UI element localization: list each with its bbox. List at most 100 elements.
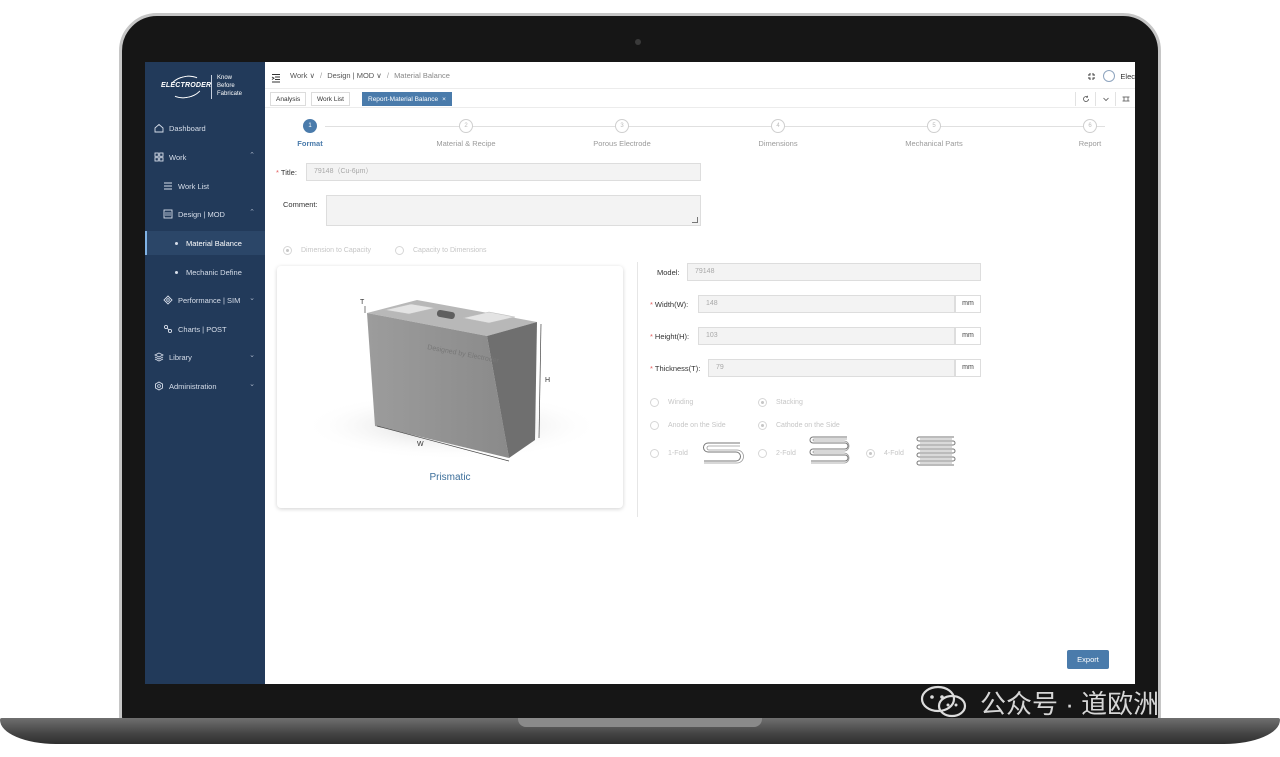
sidebar-item-work[interactable]: Work ⌃ xyxy=(145,145,265,169)
step-number: 4 xyxy=(771,119,785,133)
tab-report-material-balance[interactable]: Report-Material Balance × xyxy=(362,92,452,106)
radio-anode-on-side[interactable]: Anode on the Side xyxy=(650,421,726,430)
radio-cathode-on-side[interactable]: Cathode on the Side xyxy=(758,421,840,430)
radio-label: Winding xyxy=(668,399,694,406)
breadcrumb-separator: / xyxy=(386,71,389,80)
radio-stacking[interactable]: Stacking xyxy=(758,398,803,407)
radio-selected-icon xyxy=(283,246,292,255)
step-label: Format xyxy=(297,139,323,148)
cell-format-card[interactable]: Designed by Electroder T H W Prismatic xyxy=(277,266,623,508)
two-fold-icon xyxy=(809,436,850,464)
breadcrumb-separator: / xyxy=(320,71,323,80)
step-report[interactable]: 6 Report xyxy=(1030,119,1135,148)
sidebar-item-label: Administration xyxy=(169,381,217,391)
radio-label: Cathode on the Side xyxy=(776,422,840,429)
step-number: 1 xyxy=(303,119,317,133)
refresh-icon[interactable] xyxy=(1075,92,1095,106)
radio-label: Dimension to Capacity xyxy=(301,247,372,254)
breadcrumb-design-mod[interactable]: Design | MOD xyxy=(327,71,374,80)
comment-label-text: Comment xyxy=(283,200,316,209)
sidebar-item-performance-sim[interactable]: Performance | SIM ⌄ xyxy=(145,288,265,312)
one-fold-icon xyxy=(703,442,744,464)
wizard-steps: 1 Format 2 Material & Recipe 3 Porous El… xyxy=(265,112,1135,156)
required-marker: * xyxy=(650,300,653,309)
menu-fold-icon[interactable] xyxy=(271,70,281,83)
sidebar: ELECTRODER Know Before Fabricate Dashboa… xyxy=(145,62,265,684)
laptop-camera xyxy=(635,39,641,45)
chevron-down-icon[interactable] xyxy=(1095,92,1115,106)
sidebar-item-label: Design | MOD xyxy=(178,209,225,219)
chevron-down-icon: ⌄ xyxy=(249,295,255,302)
expand-icon[interactable] xyxy=(1115,92,1135,106)
sidebar-item-charts-post[interactable]: Charts | POST xyxy=(145,317,265,341)
sidebar-item-dashboard[interactable]: Dashboard xyxy=(145,116,265,140)
thickness-label-text: Thickness(T) xyxy=(654,364,699,373)
title-input[interactable]: 79148（Cu-6μm） xyxy=(306,163,701,181)
radio-4-fold[interactable]: 4-Fold xyxy=(866,449,904,458)
fullscreen-icon[interactable] xyxy=(1084,72,1098,81)
sidebar-item-administration[interactable]: Administration ⌄ xyxy=(145,374,265,398)
watermark-text: 公众号 · 道欧洲 xyxy=(980,688,1160,719)
required-marker: * xyxy=(650,332,653,341)
height-label-text: Height(H) xyxy=(654,332,688,341)
chevron-up-icon: ⌃ xyxy=(249,152,255,159)
chevron-down-icon: ∨ xyxy=(374,71,382,80)
radio-empty-icon xyxy=(650,398,659,407)
chevron-down-icon: ⌄ xyxy=(249,381,255,388)
sidebar-item-mechanic-define[interactable]: Mechanic Define xyxy=(145,260,265,284)
step-porous-electrode[interactable]: 3 Porous Electrode xyxy=(562,119,682,148)
comment-textarea[interactable] xyxy=(326,195,701,226)
sidebar-item-material-balance[interactable]: Material Balance xyxy=(145,231,265,255)
radio-1-fold[interactable]: 1-Fold xyxy=(650,449,688,458)
watermark: 公众号 · 道欧洲 xyxy=(920,682,1159,722)
sidebar-item-label: Performance | SIM xyxy=(178,295,241,305)
radio-label: Capacity to Dimensions xyxy=(413,247,487,254)
step-material-recipe[interactable]: 2 Material & Recipe xyxy=(406,119,526,148)
step-label: Material & Recipe xyxy=(436,139,496,148)
radio-capacity-to-dimensions[interactable]: Capacity to Dimensions xyxy=(395,246,487,255)
export-button[interactable]: Export xyxy=(1067,650,1109,669)
sidebar-item-work-list[interactable]: Work List xyxy=(145,174,265,198)
tab-tools xyxy=(1075,92,1135,106)
model-input[interactable]: 79148 xyxy=(687,263,981,281)
sidebar-item-label: Work xyxy=(169,152,187,162)
radio-selected-icon xyxy=(866,449,875,458)
resize-handle-icon[interactable] xyxy=(692,217,698,223)
height-input[interactable]: 103 xyxy=(698,327,955,345)
sidebar-item-library[interactable]: Library ⌄ xyxy=(145,345,265,369)
width-input[interactable]: 148 xyxy=(698,295,955,313)
radio-winding[interactable]: Winding xyxy=(650,398,693,407)
breadcrumb: Work ∨ / Design | MOD ∨ / Material Balan… xyxy=(290,71,450,80)
width-label-text: Width(W) xyxy=(654,300,687,309)
chart-icon xyxy=(162,323,174,335)
step-mechanical-parts[interactable]: 5 Mechanical Parts xyxy=(874,119,994,148)
width-label: * Width(W): xyxy=(650,300,689,309)
home-icon xyxy=(153,122,165,134)
layers-icon xyxy=(153,351,165,363)
radio-selected-icon xyxy=(758,421,767,430)
tab-work-list[interactable]: Work List xyxy=(311,92,350,106)
user-name[interactable]: Elec xyxy=(1120,72,1135,81)
tab-analysis[interactable]: Analysis xyxy=(270,92,307,106)
close-icon[interactable]: × xyxy=(442,96,446,103)
step-label: Report xyxy=(1078,139,1102,148)
sidebar-item-label: Mechanic Define xyxy=(186,267,242,277)
step-format[interactable]: 1 Format xyxy=(250,119,370,148)
bullet-icon xyxy=(175,270,178,274)
chevron-down-icon: ⌄ xyxy=(249,352,255,359)
logo-divider xyxy=(211,75,212,99)
sidebar-item-label: Dashboard xyxy=(169,123,206,133)
sidebar-item-design-mod[interactable]: Design | MOD ⌃ xyxy=(145,202,265,226)
step-dimensions[interactable]: 4 Dimensions xyxy=(718,119,838,148)
comment-label: Comment: xyxy=(283,200,318,209)
grid-icon xyxy=(153,151,165,163)
thickness-input[interactable]: 79 xyxy=(708,359,955,377)
step-number: 5 xyxy=(927,119,941,133)
radio-dimension-to-capacity[interactable]: Dimension to Capacity xyxy=(283,246,371,255)
breadcrumb-work[interactable]: Work xyxy=(290,71,307,80)
page: ELECTRODER Know Before Fabricate Dashboa… xyxy=(0,0,1280,757)
required-marker: * xyxy=(650,364,653,373)
logo-tagline-line-1: Know xyxy=(217,75,233,81)
radio-2-fold[interactable]: 2-Fold xyxy=(758,449,796,458)
user-avatar-icon[interactable] xyxy=(1103,70,1116,82)
